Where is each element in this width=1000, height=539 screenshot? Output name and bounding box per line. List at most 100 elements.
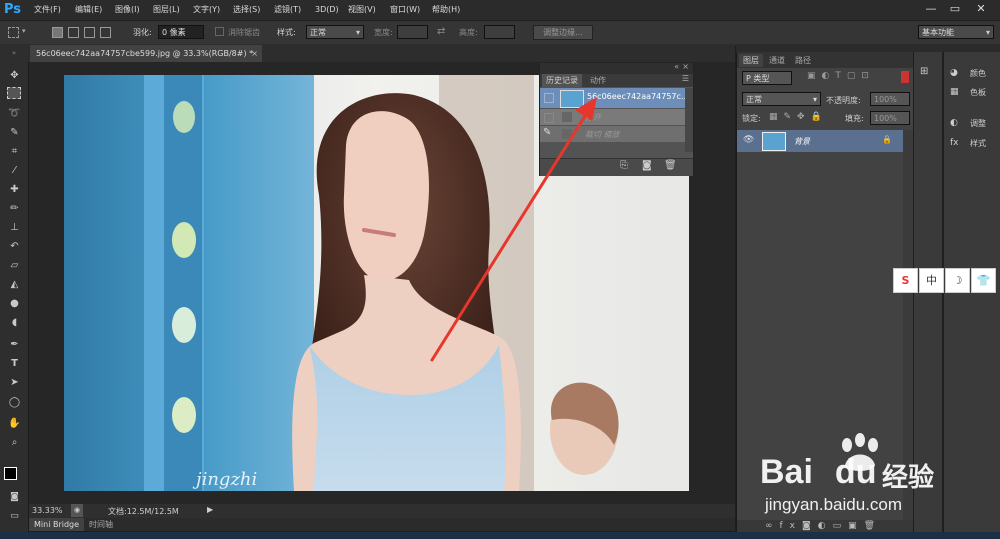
snapshot-source-checkbox[interactable] [544, 93, 554, 103]
ime-skin-icon[interactable]: 👕 [971, 268, 996, 293]
refine-edge-button[interactable]: 调整边缘... [533, 25, 593, 40]
dodge-tool-icon[interactable]: ◖ [6, 315, 23, 330]
menu-3d[interactable]: 3D(D) [315, 0, 339, 20]
close-tab-icon[interactable]: × [251, 45, 258, 62]
pen-tool-icon[interactable]: ✒ [6, 337, 23, 352]
history-brush-source-icon[interactable]: ✎ [543, 127, 551, 138]
chevron-down-icon[interactable]: ▾ [22, 27, 26, 35]
toolbar-collapse-icon[interactable]: » [0, 44, 28, 62]
intersect-selection-icon[interactable] [100, 27, 111, 38]
new-selection-icon[interactable] [52, 27, 63, 38]
tab-layers[interactable]: 图层 [739, 54, 763, 67]
ime-language-toggle[interactable]: 中 [919, 268, 944, 293]
adjustments-icon[interactable]: ◐ [950, 118, 958, 128]
hand-tool-icon[interactable]: ✋ [6, 416, 23, 431]
ellipse-tool-icon[interactable]: ◯ [6, 395, 23, 410]
tab-paths[interactable]: 路径 [791, 54, 815, 67]
color-panel-label[interactable]: 颜色 [970, 68, 986, 79]
antialias-checkbox[interactable] [215, 27, 224, 36]
path-select-tool-icon[interactable]: ➤ [6, 375, 23, 390]
swatches-icon[interactable]: ▦ [950, 87, 959, 97]
crop-tool-icon[interactable]: ⌗ [6, 144, 23, 159]
document-tab[interactable]: 56c06eec742aa74757cbe599.jpg @ 33.3%(RGB… [30, 45, 262, 62]
trash-icon[interactable]: 🗑 [664, 160, 677, 171]
zoom-tool-icon[interactable]: ⌕ [6, 435, 23, 450]
minimize-button[interactable]: — [920, 0, 942, 18]
healing-brush-tool-icon[interactable]: ✚ [6, 182, 23, 197]
menu-layer[interactable]: 图层(L) [153, 0, 180, 20]
swap-icon[interactable]: ⇄ [437, 26, 445, 37]
lock-icons[interactable]: ▦✎✥🔒 [769, 112, 828, 122]
camera-icon[interactable]: ◙ [642, 160, 652, 171]
menu-help[interactable]: 帮助(H) [432, 0, 460, 20]
quick-select-tool-icon[interactable]: ✎ [6, 125, 23, 140]
status-proof-icon[interactable]: ◉ [71, 504, 83, 517]
adjustments-panel-label[interactable]: 调整 [970, 118, 986, 129]
opacity-input[interactable]: 100% [870, 92, 910, 106]
type-tool-icon[interactable]: T [6, 356, 23, 371]
styles-panel-label[interactable]: 样式 [970, 138, 986, 149]
history-item-crop[interactable]: ✎ 裁切 缩放 [540, 126, 685, 142]
history-snapshot-row[interactable]: 56c06eec742aa74757c... [540, 88, 689, 108]
paint-bucket-tool-icon[interactable]: ◭ [6, 277, 23, 292]
blur-tool-icon[interactable]: ● [6, 296, 23, 311]
marquee-preset-icon[interactable] [8, 27, 19, 38]
foreground-color-swatch[interactable] [4, 467, 17, 480]
menu-filter[interactable]: 滤镜(T) [274, 0, 301, 20]
color-icon[interactable]: ◕ [950, 68, 958, 78]
menu-file[interactable]: 文件(F) [34, 0, 61, 20]
history-scrollbar[interactable] [685, 88, 693, 152]
blend-mode-select[interactable]: 正常 ▾ [742, 92, 821, 106]
menu-type[interactable]: 文字(Y) [193, 0, 220, 20]
ime-moon-icon[interactable]: ☽ [945, 268, 970, 293]
new-document-icon[interactable]: ⎘ [620, 160, 628, 171]
width-input[interactable] [397, 25, 428, 39]
collapse-panel-icon[interactable]: « [674, 62, 679, 71]
menu-image[interactable]: 图像(I) [115, 0, 140, 20]
eraser-tool-icon[interactable]: ▱ [6, 258, 23, 273]
workspace-select[interactable]: 基本功能 ▾ [918, 25, 994, 39]
quick-mask-icon[interactable]: ◙ [6, 490, 23, 505]
tab-mini-bridge[interactable]: Mini Bridge [29, 518, 85, 531]
move-tool-icon[interactable]: ✥ [6, 68, 23, 83]
tab-actions[interactable]: 动作 [586, 74, 610, 87]
tab-channels[interactable]: 通道 [765, 54, 789, 67]
lasso-tool-icon[interactable]: ➰ [6, 106, 23, 121]
menu-select[interactable]: 选择(S) [233, 0, 260, 20]
tab-history[interactable]: 历史记录 [542, 74, 582, 87]
restore-button[interactable]: ▭ [944, 0, 966, 18]
menu-window[interactable]: 窗口(W) [390, 0, 420, 20]
layer-filter-icons[interactable]: ▣◐T▢⊡ [807, 71, 875, 81]
subtract-selection-icon[interactable] [84, 27, 95, 38]
clone-stamp-tool-icon[interactable]: ⊥ [6, 220, 23, 235]
brush-tool-icon[interactable]: ✏ [6, 201, 23, 216]
close-window-button[interactable]: ✕ [970, 0, 992, 18]
status-menu-arrow-icon[interactable]: ▶ [207, 505, 213, 514]
tab-timeline[interactable]: 时间轴 [85, 518, 117, 531]
menu-edit[interactable]: 编辑(E) [75, 0, 102, 20]
layer-kind-filter[interactable]: P 类型 [742, 71, 792, 85]
menu-view[interactable]: 视图(V) [348, 0, 376, 20]
fill-input[interactable]: 100% [870, 111, 910, 125]
history-item-open[interactable]: 打开 [540, 109, 685, 125]
properties-icon[interactable]: ⊞ [920, 66, 936, 80]
styles-icon[interactable]: fx [950, 138, 959, 148]
panel-menu-icon[interactable]: ☰ [682, 74, 689, 83]
history-brush-tool-icon[interactable]: ↶ [6, 239, 23, 254]
ime-sogou-icon[interactable]: S [893, 268, 918, 293]
history-source-checkbox[interactable] [544, 113, 554, 123]
add-selection-icon[interactable] [68, 27, 79, 38]
style-select[interactable]: 正常 ▾ [306, 25, 364, 39]
feather-input[interactable]: 0 像素 [158, 25, 204, 39]
swatches-panel-label[interactable]: 色板 [970, 87, 986, 98]
screen-mode-icon[interactable]: ▭ [6, 509, 23, 524]
history-panel: « × 历史记录 动作 ☰ 56c06eec742aa74757c... 打开 … [539, 62, 694, 176]
eye-icon[interactable]: 👁 [743, 135, 754, 145]
layer-row-background[interactable]: 👁 背景 🔒 [737, 130, 903, 152]
rect-marquee-tool-icon[interactable] [7, 87, 21, 99]
height-input[interactable] [484, 25, 515, 39]
eyedropper-tool-icon[interactable]: ⁄ [6, 163, 23, 178]
filter-toggle-icon[interactable] [901, 71, 909, 83]
close-panel-icon[interactable]: × [682, 62, 689, 71]
zoom-level[interactable]: 33.33% [32, 506, 63, 515]
